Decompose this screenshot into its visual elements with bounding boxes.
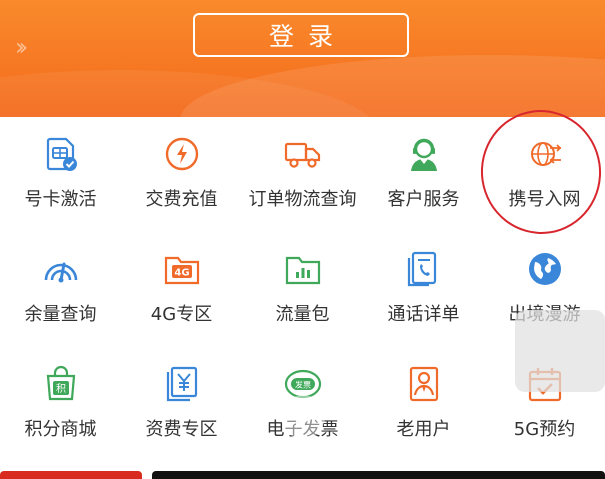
svg-text:4G: 4G	[174, 268, 189, 279]
veteran-user-icon	[405, 365, 443, 403]
customer-service-agent-icon	[405, 135, 443, 173]
service-label: 老用户	[396, 419, 451, 440]
folder-chart-icon	[284, 250, 322, 288]
service-label: 流量包	[275, 304, 330, 325]
folder-4g-icon: 4G	[163, 250, 201, 288]
phone-bill-icon	[405, 250, 443, 288]
service-order-tracking[interactable]: 订单物流查询	[242, 117, 363, 229]
service-balance-query[interactable]: 余量查询	[0, 232, 121, 344]
service-tariff-zone[interactable]: 资费专区	[121, 347, 242, 459]
login-button[interactable]: 登录	[193, 13, 409, 57]
header-banner: ›› 登录	[0, 0, 605, 117]
service-label: 4G专区	[150, 304, 213, 325]
signal-gauge-icon	[42, 250, 80, 288]
service-customer-service[interactable]: 客户服务	[363, 117, 484, 229]
service-activate-card[interactable]: 号卡激活	[0, 117, 121, 229]
service-label: 携号入网	[508, 189, 581, 210]
play-icon[interactable]	[281, 395, 325, 439]
service-number-portability[interactable]: 携号入网	[484, 117, 605, 229]
service-label: 5G预约	[513, 419, 576, 440]
service-label: 余量查询	[24, 304, 97, 325]
service-points-mall[interactable]: 积 积分商城	[0, 347, 121, 459]
lightning-circle-icon	[163, 135, 201, 173]
service-data-package[interactable]: 流量包	[242, 232, 363, 344]
sim-card-check-icon	[42, 135, 80, 173]
service-recharge[interactable]: 交费充值	[121, 117, 242, 229]
service-4g-zone[interactable]: 4G 4G专区	[121, 232, 242, 344]
service-label: 积分商城	[24, 419, 97, 440]
bottom-bar-left	[0, 471, 142, 479]
delivery-truck-icon	[284, 135, 322, 173]
svg-text:积: 积	[56, 383, 66, 395]
service-label: 交费充值	[145, 189, 218, 210]
bottom-bar-right	[152, 471, 605, 479]
service-veteran-user[interactable]: 老用户	[363, 347, 484, 459]
globe-transfer-icon	[526, 135, 564, 173]
svg-text:发票: 发票	[295, 380, 311, 390]
service-call-details[interactable]: 通话详单	[363, 232, 484, 344]
shopping-bag-points-icon: 积	[42, 365, 80, 403]
service-label: 客户服务	[387, 189, 460, 210]
earth-icon	[526, 250, 564, 288]
service-label: 资费专区	[145, 419, 218, 440]
yuan-card-icon	[163, 365, 201, 403]
service-label: 通话详单	[387, 304, 460, 325]
service-label: 订单物流查询	[248, 189, 357, 210]
service-label: 号卡激活	[24, 189, 97, 210]
floating-overlay-button[interactable]	[515, 310, 605, 392]
double-chevron-icon: ››	[15, 33, 28, 61]
